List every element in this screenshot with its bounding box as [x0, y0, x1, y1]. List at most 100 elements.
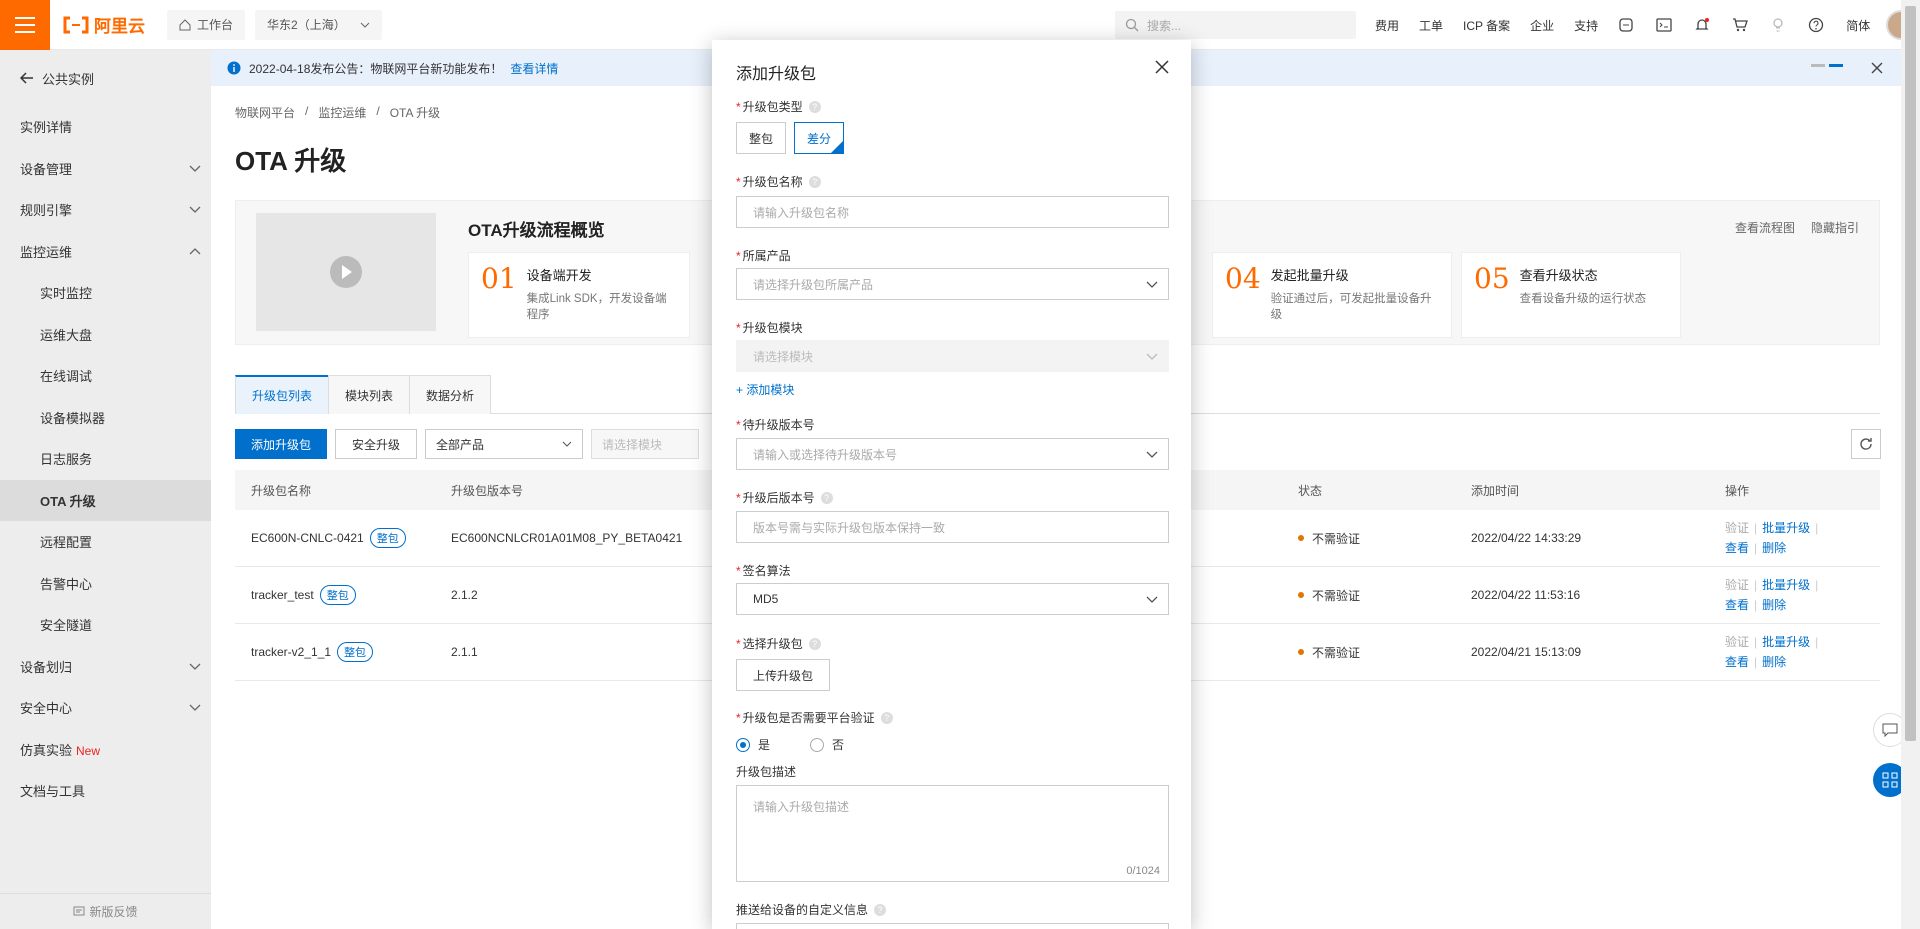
view-link[interactable]: 查看 — [1725, 541, 1749, 555]
sidebar-item[interactable]: 设备模拟器 — [0, 397, 211, 439]
language-switch[interactable]: 简体 — [1846, 17, 1870, 34]
close-icon[interactable] — [1871, 62, 1883, 74]
type-option-diff[interactable]: 差分 — [794, 122, 845, 154]
sidebar-item[interactable]: 设备管理 — [0, 148, 211, 190]
product-filter[interactable]: 全部产品 — [425, 429, 584, 459]
sidebar-item[interactable]: 安全隧道 — [0, 604, 211, 646]
scrollbar-thumb[interactable] — [1905, 6, 1916, 741]
delete-link[interactable]: 删除 — [1762, 541, 1786, 555]
top-link-fees[interactable]: 费用 — [1375, 17, 1399, 34]
app-icon[interactable] — [1618, 17, 1634, 33]
batch-upgrade-link[interactable]: 批量升级 — [1762, 635, 1810, 649]
cart-icon[interactable] — [1732, 17, 1749, 33]
add-package-button[interactable]: 添加升级包 — [235, 429, 328, 459]
batch-upgrade-link[interactable]: 批量升级 — [1762, 578, 1810, 592]
sidebar-item[interactable]: 在线调试 — [0, 355, 211, 397]
safe-upgrade-button[interactable]: 安全升级 — [335, 429, 418, 459]
product-select[interactable]: 请选择升级包所属产品 — [736, 268, 1169, 300]
guide-video[interactable] — [256, 213, 436, 331]
refresh-button[interactable] — [1851, 429, 1881, 459]
announcement-minimize[interactable] — [1811, 64, 1843, 67]
custom-info-input[interactable] — [736, 923, 1169, 929]
delete-link[interactable]: 删除 — [1762, 655, 1786, 669]
sidebar-item[interactable]: 文档与工具 — [0, 770, 211, 812]
package-name-input[interactable]: 请输入升级包名称 — [736, 196, 1169, 228]
field-label-from-version: * 待升级版本号 — [736, 418, 815, 432]
help-icon[interactable]: ? — [808, 100, 821, 113]
help-icon[interactable]: ? — [874, 903, 887, 916]
help-icon[interactable]: ? — [808, 637, 821, 650]
top-link-icp[interactable]: ICP 备案 — [1463, 17, 1510, 34]
help-icon[interactable]: ? — [880, 711, 893, 724]
sidebar-item[interactable]: 远程配置 — [0, 521, 211, 563]
chevron-down-icon — [189, 206, 201, 214]
global-search[interactable]: 搜索... — [1115, 11, 1356, 39]
sidebar-item[interactable]: 仿真实验 New — [0, 729, 211, 771]
tab-module-list[interactable]: 模块列表 — [328, 375, 411, 414]
breadcrumb-item[interactable]: 监控运维 — [318, 104, 366, 121]
verify-link[interactable]: 验证 — [1725, 635, 1749, 649]
top-link-ticket[interactable]: 工单 — [1419, 17, 1443, 34]
sidebar-item[interactable]: 日志服务 — [0, 438, 211, 480]
top-link-enterprise[interactable]: 企业 — [1530, 17, 1554, 34]
step-title: 查看升级状态 — [1519, 268, 1598, 283]
top-link-support[interactable]: 支持 — [1574, 17, 1598, 34]
field-label-custom: 推送给设备的自定义信息? — [736, 901, 887, 918]
aliyun-logo[interactable]: 阿里云 — [62, 12, 145, 37]
workbench-button[interactable]: 工作台 — [167, 9, 246, 40]
sidebar-item[interactable]: 实时监控 — [0, 272, 211, 314]
from-version-select[interactable]: 请输入或选择待升级版本号 — [736, 438, 1169, 470]
view-flowchart-link[interactable]: 查看流程图 — [1735, 219, 1795, 236]
sidebar-item[interactable]: 实例详情 — [0, 106, 211, 148]
tab-data-analysis[interactable]: 数据分析 — [409, 375, 492, 414]
back-to-instances[interactable]: 公共实例 — [0, 50, 211, 106]
breadcrumb-item[interactable]: 物联网平台 — [235, 104, 295, 121]
verify-link[interactable]: 验证 — [1725, 578, 1749, 592]
verify-no-radio[interactable]: 否 — [810, 736, 844, 753]
batch-upgrade-link[interactable]: 批量升级 — [1762, 521, 1810, 535]
help-icon[interactable]: ? — [808, 175, 821, 188]
add-module-link[interactable]: + 添加模块 — [736, 381, 794, 398]
grid-icon — [1882, 772, 1898, 788]
sidebar-item[interactable]: 运维大盘 — [0, 314, 211, 356]
sidebar-item[interactable]: 设备划归 — [0, 646, 211, 688]
close-icon[interactable] — [1155, 60, 1169, 74]
to-version-input[interactable]: 版本号需与实际升级包版本保持一致 — [736, 511, 1169, 543]
help-icon[interactable] — [1808, 17, 1824, 33]
announcement-link[interactable]: 查看详情 — [510, 60, 558, 77]
bell-icon[interactable] — [1694, 17, 1710, 33]
sign-algorithm-select[interactable]: MD5 — [736, 583, 1169, 615]
breadcrumb: 物联网平台 / 监控运维 / OTA 升级 — [235, 104, 441, 121]
verify-link[interactable]: 验证 — [1725, 521, 1749, 535]
logo-text: 阿里云 — [94, 17, 145, 36]
menu-button[interactable] — [0, 0, 50, 50]
module-select[interactable]: 请选择模块 — [736, 340, 1169, 372]
upload-package-button[interactable]: 上传升级包 — [736, 659, 831, 691]
hide-guide-link[interactable]: 隐藏指引 — [1811, 219, 1859, 236]
region-selector[interactable]: 华东2（上海） — [255, 9, 382, 40]
terminal-icon[interactable] — [1656, 17, 1672, 33]
verify-yes-radio[interactable]: 是 — [736, 736, 770, 753]
view-link[interactable]: 查看 — [1725, 655, 1749, 669]
sidebar-item[interactable]: 规则引擎 — [0, 189, 211, 231]
feedback-label: 新版反馈 — [89, 905, 138, 919]
tab-package-list[interactable]: 升级包列表 — [235, 375, 330, 414]
type-option-full[interactable]: 整包 — [736, 122, 787, 154]
status-dot — [1298, 592, 1304, 598]
help-icon[interactable]: ? — [820, 491, 833, 504]
step-desc: 验证通过后，可发起批量设备升级 — [1270, 293, 1432, 321]
feedback-link[interactable]: 新版反馈 — [0, 893, 211, 929]
description-textarea[interactable]: 请输入升级包描述 0/1024 — [736, 785, 1169, 882]
module-filter[interactable]: 请选择模块 — [591, 429, 700, 459]
page-scrollbar[interactable] — [1901, 0, 1920, 929]
sidebar-item[interactable]: 监控运维 — [0, 231, 211, 273]
sidebar-item[interactable]: 告警中心 — [0, 563, 211, 605]
field-label-type: * 升级包类型? — [736, 98, 821, 115]
back-label: 公共实例 — [42, 71, 95, 87]
delete-link[interactable]: 删除 — [1762, 598, 1786, 612]
view-link[interactable]: 查看 — [1725, 598, 1749, 612]
sidebar-item[interactable]: 安全中心 — [0, 687, 211, 729]
lightbulb-icon[interactable] — [1770, 17, 1786, 33]
guide-step: 01 设备端开发 集成Link SDK，开发设备端程序 — [468, 252, 690, 338]
sidebar-item[interactable]: OTA 升级 — [0, 479, 211, 521]
